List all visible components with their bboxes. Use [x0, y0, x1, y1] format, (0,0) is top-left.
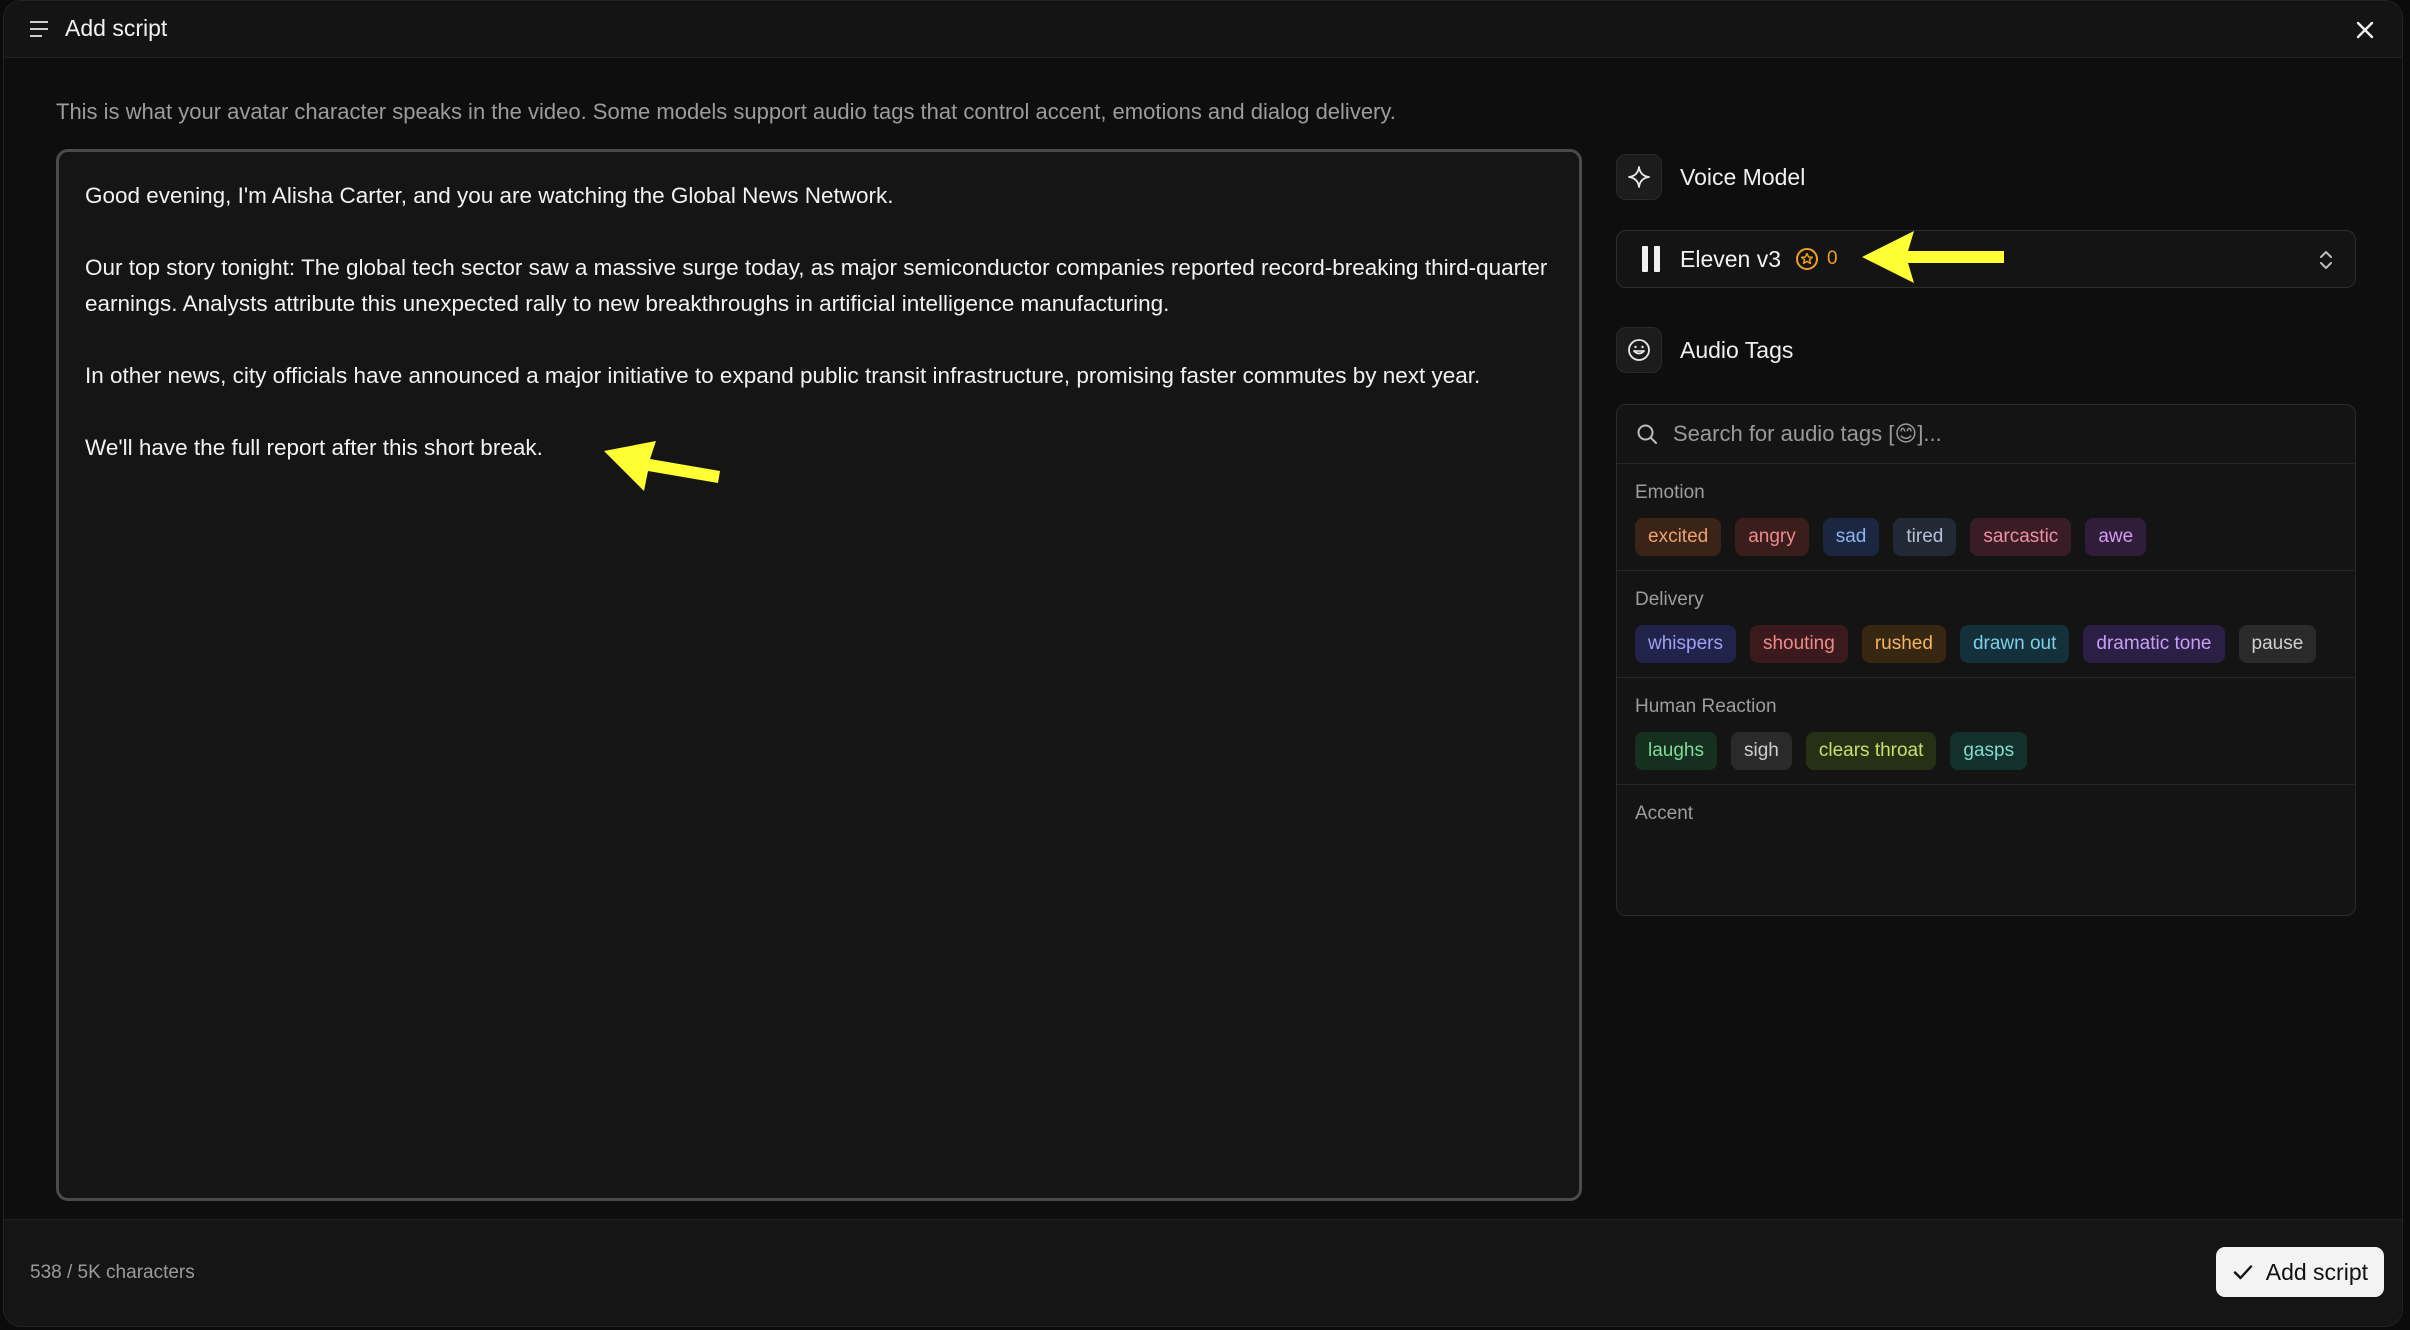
- audio-tag-pause[interactable]: pause: [2238, 625, 2317, 663]
- dialog-header: Add script: [4, 1, 2402, 58]
- voice-model-name: Eleven v3: [1680, 245, 1782, 272]
- tag-group-title: Human Reaction: [1635, 696, 1777, 717]
- tag-group-title: Delivery: [1635, 589, 1704, 610]
- annotation-arrow: [604, 441, 720, 491]
- audio-tag-sigh[interactable]: sigh: [1731, 732, 1792, 770]
- voice-model-label: Voice Model: [1680, 163, 1806, 190]
- audio-tag-angry[interactable]: angry: [1735, 518, 1809, 556]
- annotation-arrow: [1862, 231, 2004, 283]
- tag-group-title: Accent: [1635, 803, 1694, 824]
- dialog-footer: 538 / 5K characters Add script: [4, 1219, 2402, 1326]
- script-textarea[interactable]: Good evening, I'm Alisha Carter, and you…: [56, 149, 1582, 1201]
- tag-group-emotion: Emotion excited angry sad tired sarcastic awe: [1617, 464, 2355, 571]
- audio-tag-rushed[interactable]: rushed: [1861, 625, 1946, 663]
- audio-tag-whispers[interactable]: whispers: [1635, 625, 1736, 663]
- audio-tag-clears-throat[interactable]: clears throat: [1805, 732, 1937, 770]
- tag-search-input[interactable]: [1671, 420, 2295, 448]
- script-paragraph: Good evening, I'm Alisha Carter, and you…: [85, 183, 894, 208]
- tag-list: laughs sigh clears throat gasps: [1635, 732, 2337, 770]
- tag-list: whispers shouting rushed drawn out dramatic …: [1635, 625, 2337, 663]
- add-script-label: Add script: [2265, 1258, 2368, 1285]
- tag-group-accent: Accent: [1617, 785, 2355, 843]
- coin-icon: [1796, 248, 1819, 270]
- audio-tag-tired[interactable]: tired: [1893, 518, 1957, 556]
- audio-tag-sad[interactable]: sad: [1822, 518, 1880, 556]
- audio-tags-label: Audio Tags: [1680, 336, 1794, 363]
- audio-tag-laughs[interactable]: laughs: [1635, 732, 1717, 770]
- audio-tag-gasps[interactable]: gasps: [1950, 732, 2028, 770]
- character-count: 538 / 5K characters: [30, 1262, 195, 1283]
- dialog-description: This is what your avatar character speak…: [56, 99, 1396, 124]
- audio-tag-shouting[interactable]: shouting: [1749, 625, 1848, 663]
- add-script-dialog: Add script This is what your avatar char…: [3, 0, 2403, 1327]
- tag-group-delivery: Delivery whispers shouting rushed drawn out…: [1617, 571, 2355, 678]
- audio-tag-awe[interactable]: awe: [2085, 518, 2147, 556]
- check-icon: [2233, 1265, 2252, 1280]
- audio-tags-panel: Emotion excited angry sad tired sarcastic awe…: [1616, 404, 2356, 916]
- tag-list: excited angry sad tired sarcastic awe: [1635, 518, 2337, 556]
- tag-group-human-reaction: Human Reaction laughs sigh clears throat ga…: [1617, 678, 2355, 785]
- audio-tag-drawn-out[interactable]: drawn out: [1959, 625, 2070, 663]
- chevron-updown-icon: [2320, 251, 2332, 269]
- close-icon[interactable]: [2352, 17, 2378, 43]
- audio-tag-excited[interactable]: excited: [1635, 518, 1722, 556]
- voice-model-heading: Voice Model: [1616, 154, 1805, 200]
- smiley-icon: [1616, 327, 1662, 373]
- audio-tag-sarcastic[interactable]: sarcastic: [1970, 518, 2072, 556]
- add-script-button[interactable]: Add script: [2215, 1247, 2384, 1297]
- search-icon: [1637, 424, 1657, 444]
- tag-group-title: Emotion: [1635, 482, 1705, 503]
- pause-icon[interactable]: [1642, 246, 1660, 272]
- dialog-title: Add script: [65, 15, 168, 41]
- audio-tag-dramatic-tone[interactable]: dramatic tone: [2083, 625, 2225, 663]
- credit-badge: 0: [1795, 247, 1838, 271]
- credit-count: 0: [1827, 248, 1838, 269]
- tag-search: [1617, 405, 2355, 464]
- audio-tags-heading: Audio Tags: [1616, 327, 1793, 373]
- script-paragraph: We'll have the full report after this sh…: [85, 435, 543, 460]
- script-paragraph: In other news, city officials have annou…: [85, 363, 1481, 388]
- sparkle-icon: [1616, 154, 1662, 200]
- menu-icon[interactable]: [30, 20, 52, 38]
- script-paragraph: Our top story tonight: The global tech s…: [85, 255, 1554, 316]
